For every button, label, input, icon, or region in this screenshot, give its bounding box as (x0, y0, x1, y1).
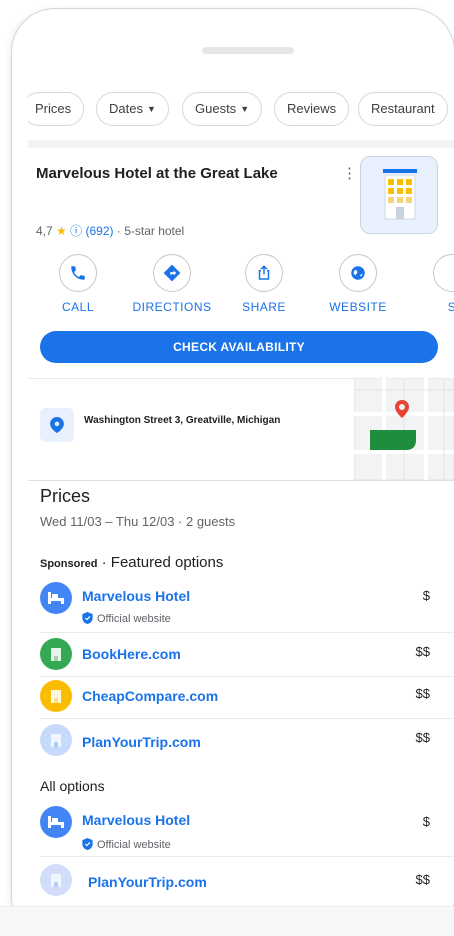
park-area (370, 430, 416, 450)
divider (40, 718, 454, 719)
chip-dates[interactable]: Dates ▼ (96, 92, 169, 126)
provider-price: $ (422, 814, 430, 829)
speaker-grille (202, 47, 294, 54)
divider (40, 676, 454, 677)
globe-icon (351, 266, 365, 280)
chip-restaurant[interactable]: Restaurant (358, 92, 448, 126)
chip-reviews[interactable]: Reviews (274, 92, 350, 126)
bed-icon (40, 806, 72, 838)
bed-icon (40, 582, 72, 614)
provider-name[interactable]: CheapCompare.com (82, 688, 218, 704)
share-button[interactable]: SHARE (216, 254, 312, 314)
share-icon (258, 265, 270, 280)
featured-label: · Featured options (97, 554, 224, 571)
divider (28, 140, 454, 148)
save-icon (433, 254, 454, 292)
screen: Prices Dates ▼ Guests ▼ Reviews Restaurant… (28, 84, 454, 904)
review-count[interactable]: (692) (86, 224, 114, 238)
building-icon (40, 724, 72, 756)
building-icon (40, 680, 72, 712)
chip-prices[interactable]: Prices (28, 92, 85, 126)
bottom-bar (0, 906, 454, 936)
divider (40, 632, 454, 633)
call-button[interactable]: CALL (30, 254, 126, 314)
rating-line: 4,7 ★ ⓘ (692) · 5-star hotel (36, 222, 184, 239)
directions-button[interactable]: DIRECTIONS (124, 254, 220, 314)
address-text[interactable]: Washington Street 3, Greatville, Michiga… (84, 414, 284, 427)
map-image (354, 378, 454, 480)
chevron-down-icon: ▼ (146, 104, 156, 114)
official-website-badge: Official website (82, 838, 171, 851)
save-button[interactable]: S (404, 254, 454, 314)
chevron-down-icon: ▼ (240, 104, 250, 114)
building-icon (40, 638, 72, 670)
hotel-thumbnail[interactable] (360, 156, 438, 234)
rating-value: 4,7 (36, 224, 53, 238)
prices-dates-guests[interactable]: Wed 11/03 – Thu 12/03 · 2 guests (40, 514, 235, 529)
provider-price: $$ (415, 644, 430, 659)
chip-guests[interactable]: Guests ▼ (182, 92, 263, 126)
phone-icon (71, 266, 85, 280)
provider-price: $ (422, 588, 430, 603)
website-button[interactable]: WEBSITE (310, 254, 406, 314)
verified-shield-icon (82, 612, 93, 624)
provider-price: $$ (415, 730, 430, 745)
all-options-heading: All options (40, 778, 105, 794)
info-icon[interactable]: ⓘ (70, 224, 82, 238)
featured-options-header: Sponsored · Featured options (40, 554, 223, 572)
hotel-category: · 5-star hotel (116, 224, 185, 238)
star-icon: ★ (56, 224, 67, 238)
divider (40, 856, 454, 857)
building-icon (40, 864, 72, 896)
divider (28, 480, 454, 481)
check-availability-button[interactable]: CHECK AVAILABILITY (40, 331, 438, 363)
provider-price: $$ (415, 686, 430, 701)
provider-name[interactable]: Marvelous Hotel (82, 812, 190, 828)
provider-price: $$ (415, 872, 430, 887)
sponsored-label: Sponsored (40, 558, 98, 570)
provider-name[interactable]: PlanYourTrip.com (88, 874, 207, 890)
provider-name[interactable]: BookHere.com (82, 646, 181, 662)
filter-chips: Prices Dates ▼ Guests ▼ Reviews Restaurant (28, 92, 454, 128)
hotel-title: Marvelous Hotel at the Great Lake (36, 165, 278, 182)
directions-icon (163, 264, 181, 282)
more-options-icon[interactable]: ⋮ (342, 166, 357, 182)
verified-shield-icon (82, 838, 93, 850)
prices-heading: Prices (40, 486, 91, 506)
hotel-building-image (361, 157, 437, 233)
provider-name[interactable]: Marvelous Hotel (82, 588, 190, 604)
location-pin-icon (40, 408, 74, 442)
provider-name[interactable]: PlanYourTrip.com (82, 734, 201, 750)
map-thumbnail[interactable] (354, 378, 454, 480)
official-website-badge: Official website (82, 612, 171, 625)
